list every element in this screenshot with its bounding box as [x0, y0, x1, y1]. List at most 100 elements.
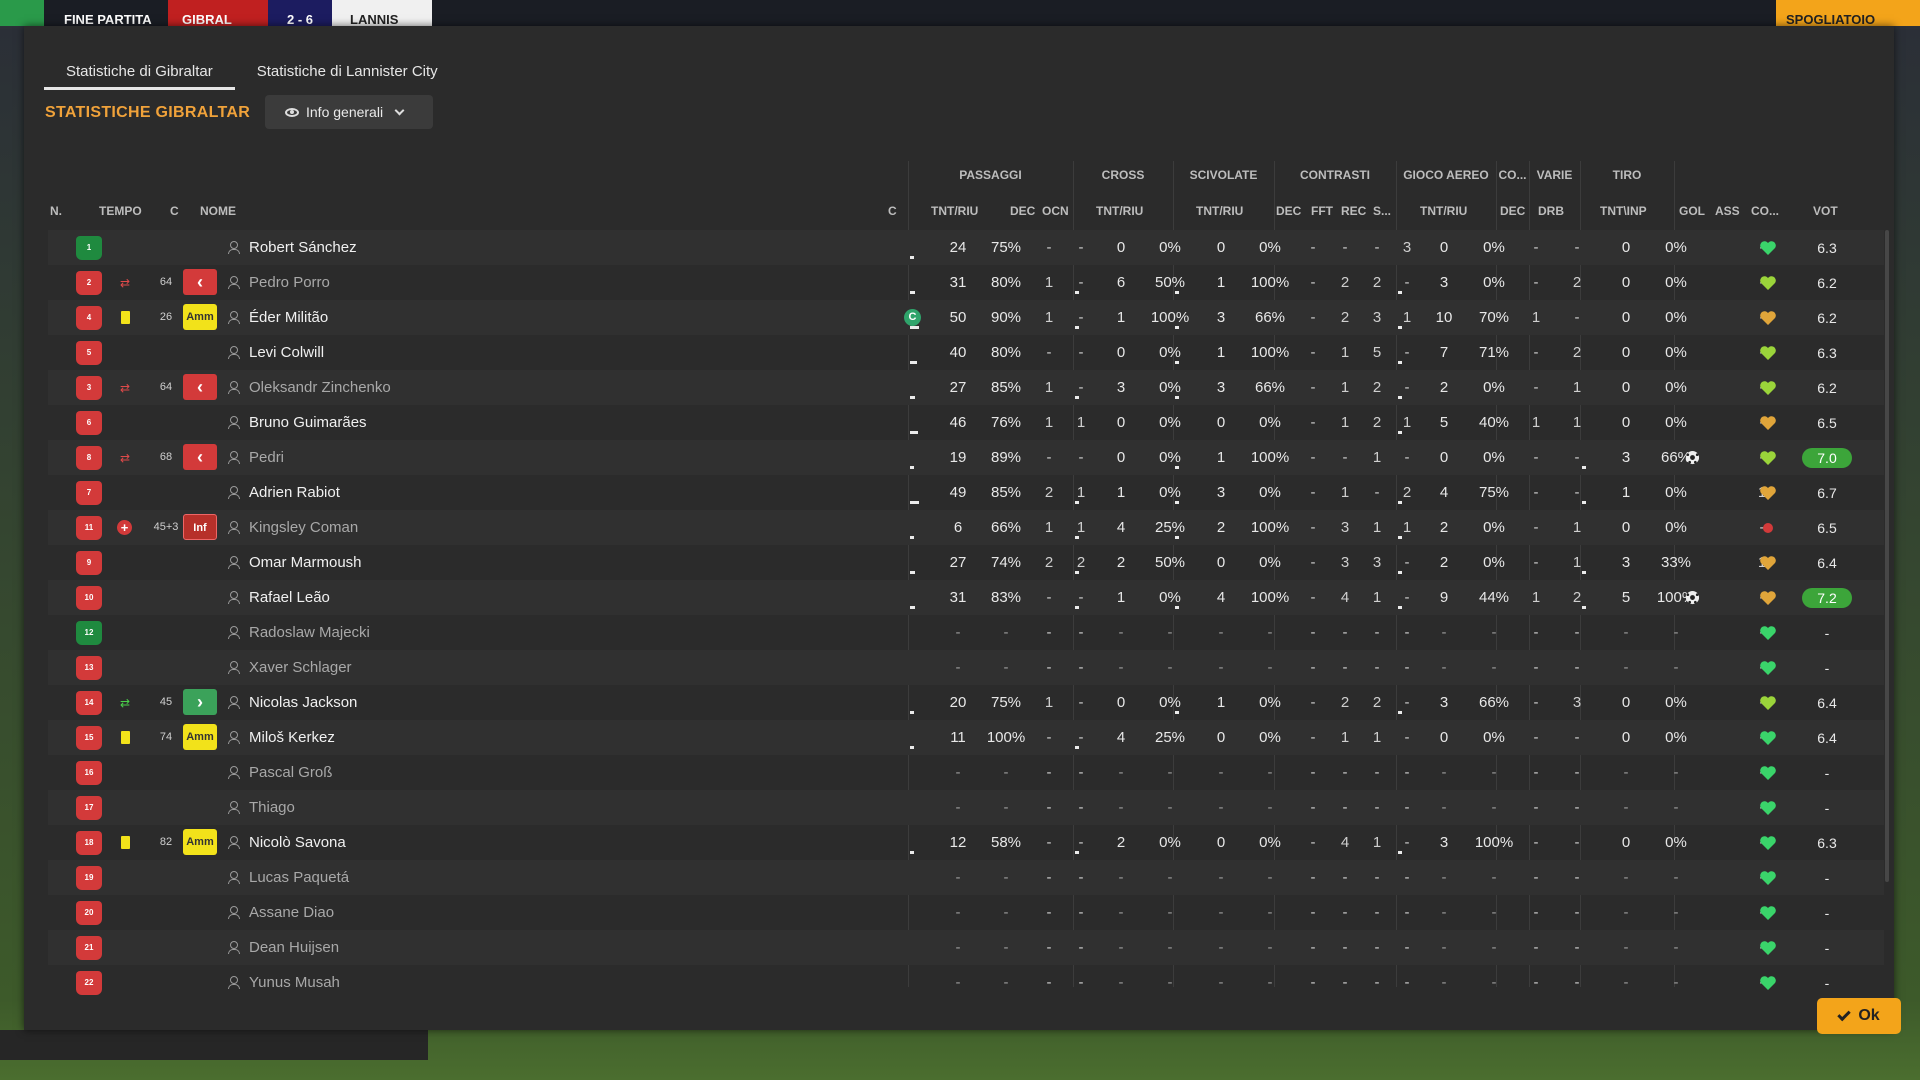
player-name[interactable]: Omar Marmoush — [249, 545, 362, 580]
player-profile-icon[interactable] — [228, 591, 240, 604]
col-pass-tnt-riu[interactable]: TNT/RIU — [931, 204, 978, 218]
col-number[interactable]: N. — [50, 204, 62, 218]
table-row[interactable]: 19Lucas Paquetá-------------------- — [48, 860, 1884, 895]
player-name[interactable]: Pascal Groß — [249, 755, 332, 790]
player-profile-icon[interactable] — [228, 521, 240, 534]
tab-gibraltar-stats[interactable]: Statistiche di Gibraltar — [44, 56, 235, 90]
player-name[interactable]: Xaver Schlager — [249, 650, 352, 685]
table-row[interactable]: 3 ⇄ 64 ‹ Oleksandr Zinchenko 27 85% 1 - 3 0% 3 66% - 1… — [48, 370, 1884, 405]
table-row[interactable]: 8⇄68‹Pedri1989%--00%1100%--1-00%--366%-7… — [48, 440, 1884, 475]
player-name[interactable]: Thiago — [249, 790, 295, 825]
table-row[interactable]: 7 Adrien Rabiot 49 85% 2 1 1 0% 3 0% - 1 - 2 4 75% - - 1 0%… — [48, 475, 1884, 510]
player-profile-icon[interactable] — [228, 276, 240, 289]
player-name[interactable]: Adrien Rabiot — [249, 475, 340, 510]
player-profile-icon[interactable] — [228, 801, 240, 814]
player-name[interactable]: Oleksandr Zinchenko — [249, 370, 391, 405]
col-pass-dec[interactable]: DEC — [1010, 204, 1035, 218]
table-row[interactable]: 5 Levi Colwill 40 80% - - 0 0% 1 100% - 1 5 - 7 71% - 2 0 0… — [48, 335, 1884, 370]
player-name[interactable]: Pedro Porro — [249, 265, 330, 300]
player-profile-icon[interactable] — [228, 416, 240, 429]
table-row[interactable]: 4 26 Amm Éder Militão C 50 90% 1-1 100% 3 66% -2 3 1 1… — [48, 300, 1884, 335]
player-profile-icon[interactable] — [228, 381, 240, 394]
col-pass-ocn[interactable]: OCN — [1042, 204, 1069, 218]
col-cross-tnt-riu[interactable]: TNT/RIU — [1096, 204, 1143, 218]
ok-button[interactable]: Ok — [1817, 998, 1901, 1034]
col-aer-tnt-riu[interactable]: TNT/RIU — [1420, 204, 1467, 218]
player-name[interactable]: Rafael Leão — [249, 580, 330, 615]
player-profile-icon[interactable] — [228, 451, 240, 464]
dressing-room-button[interactable]: SPOGLIATOIO — [1776, 0, 1920, 26]
col-ass[interactable]: ASS — [1715, 204, 1740, 218]
player-profile-icon[interactable] — [228, 661, 240, 674]
player-name[interactable]: Robert Sánchez — [249, 230, 357, 265]
col-con-dec[interactable]: DEC — [1276, 204, 1301, 218]
player-name[interactable]: Levi Colwill — [249, 335, 324, 370]
col-vot[interactable]: VOT — [1813, 204, 1838, 218]
player-name[interactable]: Kingsley Coman — [249, 510, 358, 545]
tackle-pct: - — [1267, 624, 1273, 641]
table-row[interactable]: 6 Bruno Guimarães 46 76% 1 1 0 0% 0 0% - 1 2 1 5 40% 1 1 0… — [48, 405, 1884, 440]
col-card[interactable]: C — [170, 204, 179, 218]
player-name[interactable]: Radoslaw Majecki — [249, 615, 370, 650]
tab-lannister-stats[interactable]: Statistiche di Lannister City — [235, 56, 460, 90]
table-row[interactable]: 10 Rafael Leão 31 83% - -1 0% 4 100% -4 1-9 44% 1 2 5 1… — [48, 580, 1884, 615]
player-profile-icon[interactable] — [228, 906, 240, 919]
table-row[interactable]: 22Yunus Musah-------------------- — [48, 965, 1884, 1000]
table-row[interactable]: 12Radoslaw Majecki-------------------- — [48, 615, 1884, 650]
player-profile-icon[interactable] — [228, 836, 240, 849]
player-profile-icon[interactable] — [228, 871, 240, 884]
col-co-dec[interactable]: DEC — [1500, 204, 1525, 218]
col-condition[interactable]: CO... — [1751, 204, 1779, 218]
player-name[interactable]: Nicolas Jackson — [249, 685, 357, 720]
player-name[interactable]: Nicolò Savona — [249, 825, 346, 860]
player-profile-icon[interactable] — [228, 696, 240, 709]
col-con-fft[interactable]: FFT — [1311, 204, 1333, 218]
col-tempo[interactable]: TEMPO — [99, 204, 142, 218]
table-row[interactable]: 9 Omar Marmoush 27 74% 2 2 2 50% 0 0% - 3 3 - 2 0% - 1 3 33… — [48, 545, 1884, 580]
player-name[interactable]: Miloš Kerkez — [249, 720, 335, 755]
sub-off-icon: ⇄ — [120, 451, 131, 465]
col-con-rec[interactable]: REC — [1341, 204, 1366, 218]
player-name[interactable]: Dean Huijsen — [249, 930, 339, 965]
view-dropdown[interactable]: Info generali — [265, 95, 433, 129]
table-row[interactable]: 11 +45+3 Inf Kingsley Coman 6 66% 1 1 4 25% 2 100% -… — [48, 510, 1884, 545]
player-name[interactable]: Éder Militão — [249, 300, 328, 335]
player-profile-icon[interactable] — [228, 241, 240, 254]
player-profile-icon[interactable] — [228, 486, 240, 499]
fifa-logo — [0, 0, 44, 26]
table-row[interactable]: 15 74 Amm Miloš Kerkez 11 100% - -4 25% 0 0% -1 1-0 0… — [48, 720, 1884, 755]
player-name[interactable]: Lucas Paquetá — [249, 860, 349, 895]
col-con-s[interactable]: S... — [1373, 204, 1391, 218]
player-name[interactable]: Yunus Musah — [249, 965, 340, 1000]
table-row[interactable]: 20Assane Diao-------------------- — [48, 895, 1884, 930]
table-row[interactable]: 1 Robert Sánchez 24 75% - - 0 0% 0 0% - - - 3 0 0% - - 0 0%… — [48, 230, 1884, 265]
player-profile-icon[interactable] — [228, 766, 240, 779]
player-profile-icon[interactable] — [228, 941, 240, 954]
col-captain[interactable]: C — [888, 204, 897, 218]
player-name[interactable]: Bruno Guimarães — [249, 405, 367, 440]
table-row[interactable]: 14 ⇄ 45 › Nicolas Jackson 20 75% 1 - 0 0% 1 0% - 2 2 - 3 6… — [48, 685, 1884, 720]
player-profile-icon[interactable] — [228, 731, 240, 744]
col-gol[interactable]: GOL — [1679, 204, 1705, 218]
table-row[interactable]: 13Xaver Schlager-------------------- — [48, 650, 1884, 685]
player-name[interactable]: Pedri — [249, 440, 284, 475]
table-row[interactable]: 2 ⇄ 64 ‹ Pedro Porro 31 80% 1 - 6 50% 1 100% - 2 2 - 3 0% -… — [48, 265, 1884, 300]
player-profile-icon[interactable] — [228, 976, 240, 989]
player-profile-icon[interactable] — [228, 626, 240, 639]
table-row[interactable]: 18 82 Amm Nicolò Savona 12 58% - - 2 0% 0 0% - 4 1 - 3 10… — [48, 825, 1884, 860]
col-tiro-tnt-inp[interactable]: TNT\INP — [1600, 204, 1647, 218]
player-name[interactable]: Assane Diao — [249, 895, 334, 930]
col-var-drb[interactable]: DRB — [1538, 204, 1564, 218]
player-profile-icon[interactable] — [228, 311, 240, 324]
table-row[interactable]: 16Pascal Groß-------------------- — [48, 755, 1884, 790]
table-row[interactable]: 17Thiago-------------------- — [48, 790, 1884, 825]
col-name[interactable]: NOME — [200, 204, 236, 218]
co-dec: - — [1533, 904, 1539, 921]
player-profile-icon[interactable] — [228, 556, 240, 569]
table-scrollbar[interactable] — [1885, 230, 1889, 882]
cross-attempts: 0 — [1116, 449, 1126, 466]
table-row[interactable]: 21Dean Huijsen-------------------- — [48, 930, 1884, 965]
col-sciv-tnt-riu[interactable]: TNT/RIU — [1196, 204, 1243, 218]
pass-chances: - — [1078, 449, 1084, 466]
player-profile-icon[interactable] — [228, 346, 240, 359]
